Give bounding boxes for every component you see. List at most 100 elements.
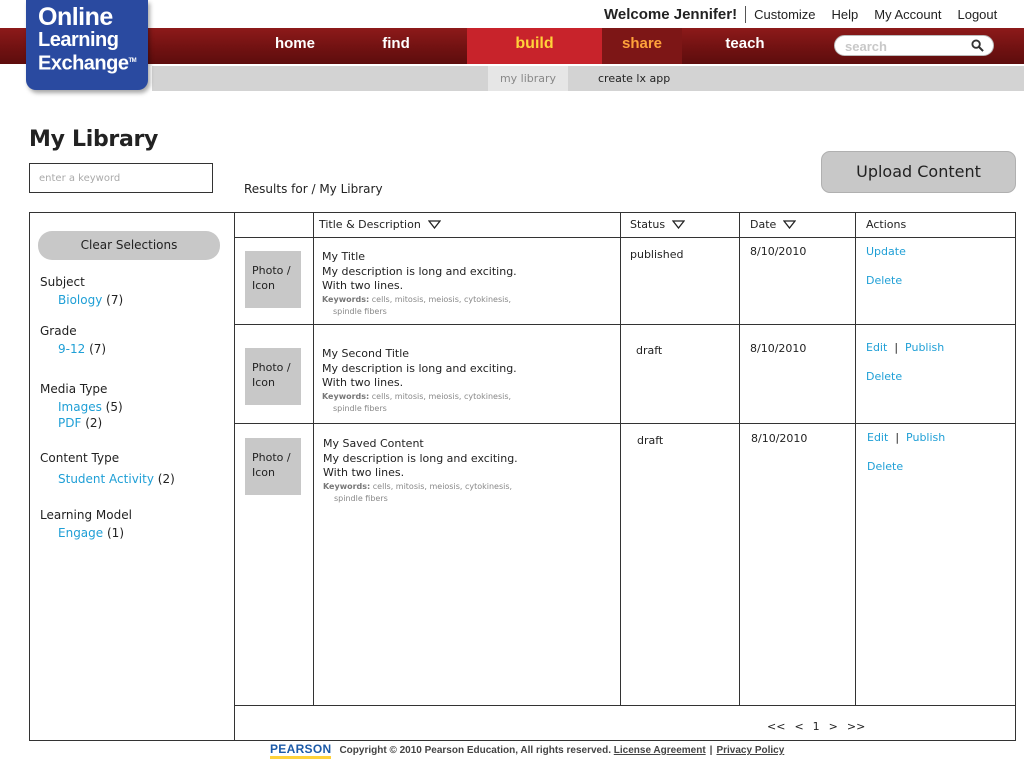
row-keywords: Keywords: cells, mitosis, meiosis, cytok… [322,391,517,415]
help-link[interactable]: Help [832,7,859,22]
row-date: 8/10/2010 [750,245,807,258]
last-page-button[interactable]: >> [847,720,865,733]
logo-line-2: Learning [38,29,119,51]
search-box [834,35,994,56]
delete-link[interactable]: Delete [867,460,903,473]
thumbnail-label: Photo / [252,451,291,464]
facet-link-pdf[interactable]: PDF [58,416,81,430]
row-description: My Saved Content My description is long … [323,437,518,505]
row-date: 8/10/2010 [751,432,808,445]
keywords-label: Keywords: [322,391,370,401]
my-account-link[interactable]: My Account [874,7,941,22]
customize-link[interactable]: Customize [754,7,815,22]
library-panel: Clear Selections Subject Biology (7) Gra… [29,212,1016,741]
prev-page-button[interactable]: < [794,720,803,733]
header-divider [235,237,1015,238]
clear-selections-button[interactable]: Clear Selections [38,231,220,260]
action-separator: | [894,341,899,354]
thumbnail-label: Icon [252,466,275,479]
facet-count: (2) [157,472,175,486]
content-thumbnail[interactable]: Photo / Icon [245,438,301,495]
header-label: Status [630,218,666,231]
results-table: Title & Description Status Date Actions … [235,213,1015,740]
column-divider [855,213,856,705]
sub-nav: my library create lx app [152,66,1024,91]
row-status: draft [637,434,664,447]
facet-value: Biology (7) [58,293,123,307]
header-status[interactable]: Status [630,218,686,231]
facet-content-type: Content Type Student Activity (2) [40,451,175,486]
nav-home[interactable]: home [262,28,328,64]
edit-link[interactable]: Edit [867,431,888,444]
row-divider [235,324,1015,325]
facet-title: Content Type [40,451,120,465]
row-desc-line: With two lines. [323,466,405,479]
page-number[interactable]: 1 [813,720,820,733]
license-agreement-link[interactable]: License Agreement [614,745,706,756]
facet-link-engage[interactable]: Engage [58,526,103,540]
facet-title: Grade [40,324,77,338]
nav-share[interactable]: share [602,28,682,64]
logo-tm: TM [128,58,137,64]
search-icon[interactable] [971,39,984,52]
row-title[interactable]: My Saved Content [323,437,518,452]
next-page-button[interactable]: > [829,720,838,733]
thumbnail-label: Icon [252,376,275,389]
keywords-list: cells, mitosis, meiosis, cytokinesis, [370,481,513,491]
logo-line-3: ExchangeTM [38,51,142,75]
row-desc-line: With two lines. [322,376,404,389]
delete-link[interactable]: Delete [866,274,902,287]
publish-link[interactable]: Publish [905,341,944,354]
utility-bar: Welcome Jennifer! Customize Help My Acco… [604,4,1013,24]
logo-line-3-text: Exchange [38,52,129,75]
privacy-policy-link[interactable]: Privacy Policy [716,745,784,756]
subnav-my-library[interactable]: my library [488,66,568,91]
filter-sidebar: Clear Selections Subject Biology (7) Gra… [30,213,235,740]
thumbnail-label: Photo / [252,361,291,374]
nav-find[interactable]: find [366,28,426,64]
row-status: draft [636,344,663,357]
column-divider [620,213,621,705]
facet-link-images[interactable]: Images [58,400,102,414]
publish-link[interactable]: Publish [906,431,945,444]
page-footer: PEARSON Copyright © 2010 Pearson Educati… [270,742,784,759]
header-date[interactable]: Date [750,218,797,231]
subnav-create-lx-app[interactable]: create lx app [598,66,670,91]
sort-down-icon[interactable] [427,220,441,229]
content-thumbnail[interactable]: Photo / Icon [245,251,301,308]
sort-down-icon[interactable] [783,220,797,229]
keyword-input[interactable] [30,164,212,192]
sort-down-icon[interactable] [672,220,686,229]
row-title[interactable]: My Second Title [322,347,517,362]
pagination: << < 1 > >> [767,720,865,733]
first-page-button[interactable]: << [767,720,785,733]
header-label: Actions [866,218,907,231]
content-thumbnail[interactable]: Photo / Icon [245,348,301,405]
facet-link-biology[interactable]: Biology [58,293,102,307]
delete-link[interactable]: Delete [866,370,902,383]
upload-content-button[interactable]: Upload Content [821,151,1016,193]
keywords-list-cont: spindle fibers [333,403,387,413]
update-link[interactable]: Update [866,245,906,258]
facet-link-student-activity[interactable]: Student Activity [58,472,154,486]
row-title[interactable]: My Title [322,250,517,265]
results-breadcrumb: Results for / My Library [244,182,383,196]
header-title-description[interactable]: Title & Description [319,218,441,231]
logout-link[interactable]: Logout [957,7,997,22]
facet-value: Student Activity (2) [58,472,175,486]
nav-teach[interactable]: teach [708,28,782,64]
edit-link[interactable]: Edit [866,341,887,354]
facet-count: (1) [107,526,124,540]
row-actions: Edit | Publish [866,341,944,354]
search-input[interactable] [845,38,965,54]
row-desc-line: My description is long and exciting. [322,361,517,375]
nav-build[interactable]: build [467,28,602,64]
site-logo[interactable]: Online Learning ExchangeTM [26,0,148,90]
header-label: Title & Description [319,218,421,231]
copyright-text: Copyright © 2010 Pearson Education, All … [339,745,611,756]
row-desc-line: With two lines. [322,279,404,292]
row-keywords: Keywords: cells, mitosis, meiosis, cytok… [323,481,518,505]
row-desc-line: My description is long and exciting. [322,264,517,278]
action-separator: | [895,431,900,444]
facet-link-9-12[interactable]: 9-12 [58,342,85,356]
